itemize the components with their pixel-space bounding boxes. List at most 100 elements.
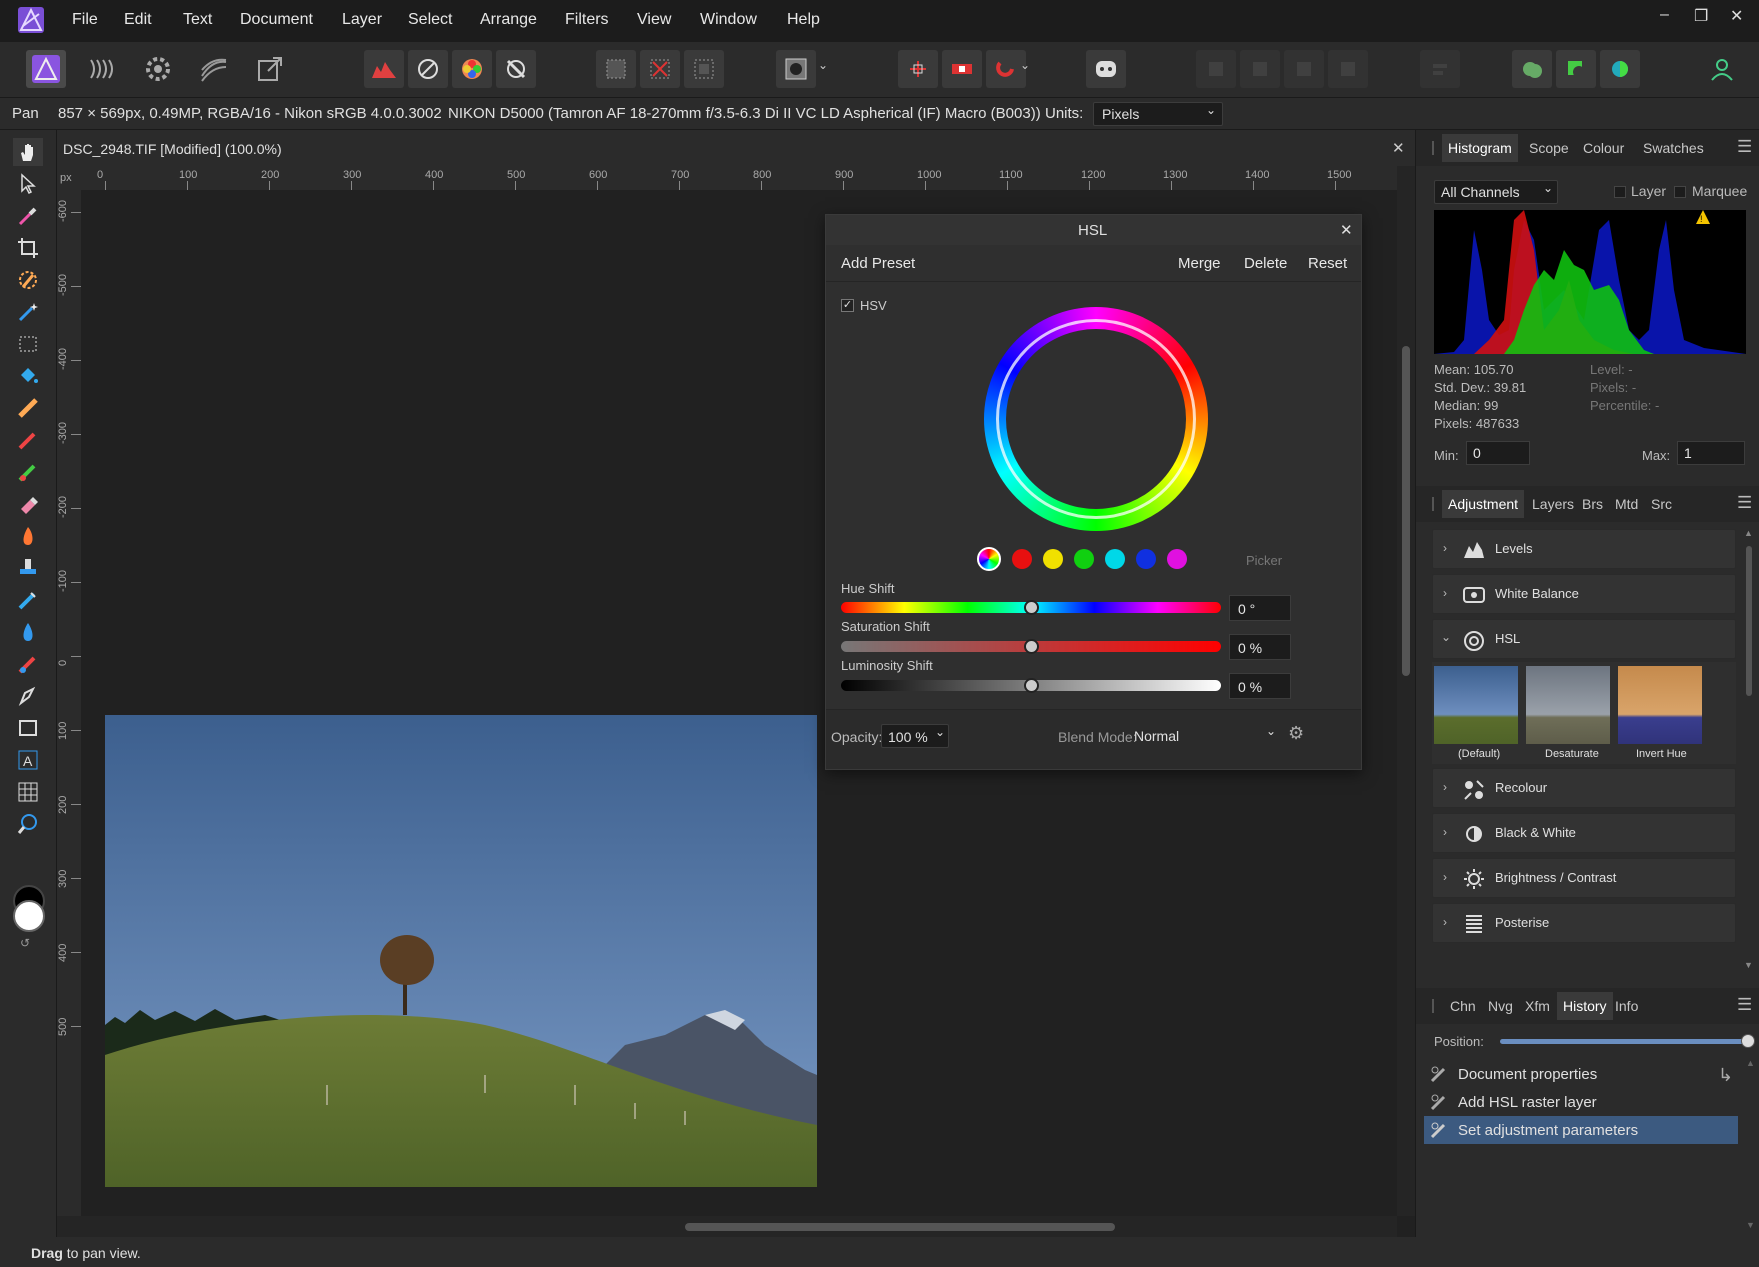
adjustment-recolour[interactable]: › Recolour <box>1432 768 1736 808</box>
luminosity-shift-value[interactable]: 0 % <box>1229 673 1291 699</box>
delete-button[interactable]: Delete <box>1244 255 1287 272</box>
account-button[interactable] <box>1702 50 1742 88</box>
adjustment-levels[interactable]: › Levels <box>1432 529 1736 569</box>
scroll-up-icon[interactable]: ▲ <box>1744 528 1753 538</box>
tab-sources[interactable]: Src <box>1651 496 1672 512</box>
vertical-scrollbar[interactable] <box>1397 166 1415 1216</box>
saturation-shift-value[interactable]: 0 % <box>1229 634 1291 660</box>
picker-button[interactable]: Picker <box>1246 553 1282 568</box>
layer-checkbox[interactable] <box>1614 186 1626 198</box>
auto-contrast-button[interactable] <box>408 50 448 88</box>
panel-menu-icon[interactable]: ☰ <box>1737 493 1752 513</box>
red-eye-tool[interactable] <box>13 650 43 678</box>
adjustment-white-balance[interactable]: › White Balance <box>1432 574 1736 614</box>
boolean-subtract-button[interactable] <box>1556 50 1596 88</box>
tab-metadata[interactable]: Mtd <box>1615 496 1638 512</box>
zoom-tool[interactable] <box>13 810 43 838</box>
arrange-button-4[interactable] <box>1328 50 1368 88</box>
history-item[interactable]: Add HSL raster layer <box>1424 1088 1738 1116</box>
colour-range-swatch[interactable] <box>1012 549 1032 569</box>
mesh-warp-tool[interactable] <box>13 778 43 806</box>
history-position-knob[interactable] <box>1741 1034 1755 1048</box>
reset-button[interactable]: Reset <box>1308 255 1347 272</box>
auto-white-balance-button[interactable] <box>496 50 536 88</box>
minimize-button[interactable]: – <box>1660 6 1669 24</box>
healing-brush-tool[interactable] <box>13 586 43 614</box>
history-position-slider[interactable] <box>1500 1034 1755 1048</box>
crop-tool[interactable] <box>13 234 43 262</box>
arrange-button-2[interactable] <box>1240 50 1280 88</box>
menu-filters[interactable]: Filters <box>565 11 609 29</box>
menu-help[interactable]: Help <box>787 11 820 29</box>
tone-mapping-persona-button[interactable] <box>194 50 234 88</box>
adjustment-black-white[interactable]: › Black & White <box>1432 813 1736 853</box>
boolean-add-button[interactable] <box>1512 50 1552 88</box>
pen-tool[interactable] <box>13 682 43 710</box>
scroll-down-icon[interactable]: ▼ <box>1746 1220 1755 1230</box>
fill-tool[interactable] <box>13 362 43 390</box>
snapping-dropdown-icon[interactable]: ⌄ <box>1020 58 1030 72</box>
force-pixel-alignment-button[interactable] <box>942 50 982 88</box>
adjustment-hsl[interactable]: ⌄ HSL <box>1432 619 1736 659</box>
menu-layer[interactable]: Layer <box>342 11 382 29</box>
adjustment-scrollbar[interactable]: ▲ ▼ <box>1744 528 1754 978</box>
deselect-button[interactable] <box>640 50 680 88</box>
close-window-button[interactable]: ✕ <box>1730 6 1743 26</box>
tab-scope[interactable]: Scope <box>1529 140 1569 156</box>
tab-brushes[interactable]: Brs <box>1582 496 1603 512</box>
photo-persona-button[interactable] <box>26 50 66 88</box>
hsl-titlebar[interactable]: HSL ✕ <box>826 215 1361 245</box>
artistic-text-tool[interactable]: A <box>13 746 43 774</box>
assistant-button[interactable] <box>1086 50 1126 88</box>
channel-select[interactable]: All Channels ⌄ <box>1434 180 1558 204</box>
menu-edit[interactable]: Edit <box>124 11 152 29</box>
blend-mode-select[interactable]: Normal ⌄ <box>1130 724 1280 748</box>
colour-range-swatch[interactable] <box>1043 549 1063 569</box>
arrange-button-3[interactable] <box>1284 50 1324 88</box>
luminosity-shift-knob[interactable] <box>1024 678 1039 693</box>
dodge-tool[interactable] <box>13 522 43 550</box>
export-persona-button[interactable] <box>250 50 290 88</box>
hue-shift-slider[interactable] <box>841 600 1221 615</box>
rectangle-tool[interactable] <box>13 714 43 742</box>
marquee-tool[interactable] <box>13 330 43 358</box>
liquify-persona-button[interactable] <box>82 50 122 88</box>
gear-icon[interactable]: ⚙ <box>1288 723 1304 744</box>
tab-swatches[interactable]: Swatches <box>1643 140 1704 156</box>
preset-default-thumbnail[interactable] <box>1434 666 1518 744</box>
colour-range-swatch[interactable] <box>1167 549 1187 569</box>
hue-shift-knob[interactable] <box>1024 600 1039 615</box>
menu-select[interactable]: Select <box>408 11 452 29</box>
menu-window[interactable]: Window <box>700 11 757 29</box>
paint-brush-tool[interactable] <box>13 426 43 454</box>
min-input[interactable]: 0 <box>1466 441 1530 465</box>
preset-invert-hue-thumbnail[interactable] <box>1618 666 1702 744</box>
colour-range-swatch[interactable] <box>1074 549 1094 569</box>
adjustment-brightness-contrast[interactable]: › Brightness / Contrast <box>1432 858 1736 898</box>
quick-mask-button[interactable] <box>776 50 816 88</box>
selection-brush-tool[interactable] <box>13 266 43 294</box>
tab-histogram[interactable]: Histogram <box>1442 134 1518 162</box>
arrange-button-1[interactable] <box>1196 50 1236 88</box>
develop-persona-button[interactable] <box>138 50 178 88</box>
scroll-up-icon[interactable]: ▲ <box>1746 1058 1755 1068</box>
panel-menu-icon[interactable]: ☰ <box>1737 995 1752 1015</box>
menu-view[interactable]: View <box>637 11 671 29</box>
tab-transform[interactable]: Xfm <box>1525 998 1550 1014</box>
flood-select-tool[interactable] <box>13 298 43 326</box>
colour-range-swatch[interactable] <box>1105 549 1125 569</box>
maximize-button[interactable]: ❐ <box>1694 6 1708 26</box>
menu-file[interactable]: File <box>72 11 98 29</box>
menu-document[interactable]: Document <box>240 11 313 29</box>
colour-picker-tool[interactable] <box>13 202 43 230</box>
history-item-selected[interactable]: Set adjustment parameters <box>1424 1116 1738 1144</box>
invert-selection-button[interactable] <box>684 50 724 88</box>
primary-colour-swatch[interactable] <box>13 900 45 932</box>
auto-colour-button[interactable] <box>452 50 492 88</box>
tab-layers[interactable]: Layers <box>1532 496 1574 512</box>
tab-navigator[interactable]: Nvg <box>1488 998 1513 1014</box>
pan-tool[interactable] <box>13 138 43 166</box>
preset-desaturate-thumbnail[interactable] <box>1526 666 1610 744</box>
gradient-tool[interactable] <box>13 394 43 422</box>
saturation-shift-knob[interactable] <box>1024 639 1039 654</box>
